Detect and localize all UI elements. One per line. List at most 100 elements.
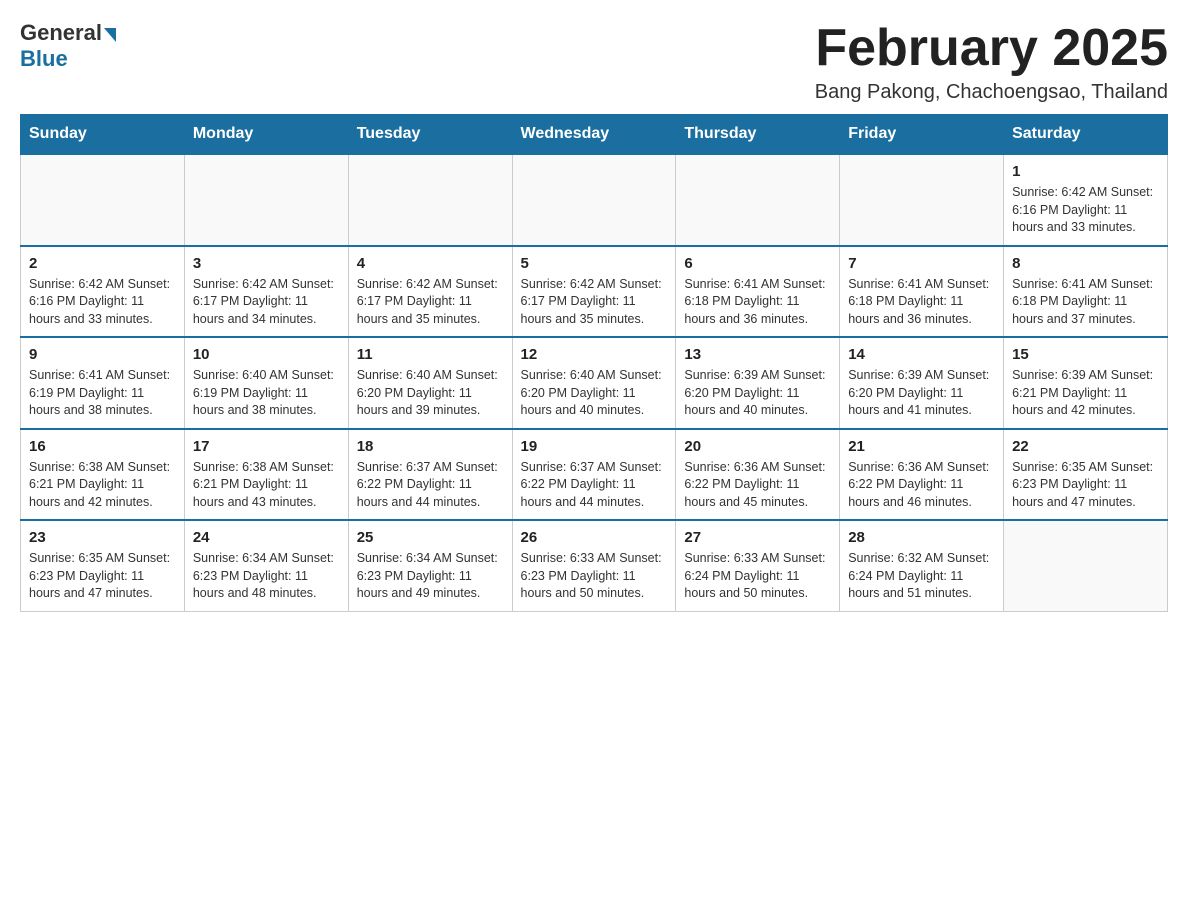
- day-info: Sunrise: 6:35 AM Sunset: 6:23 PM Dayligh…: [29, 550, 176, 603]
- calendar-cell: 13 Sunrise: 6:39 AM Sunset: 6:20 PM Dayli…: [676, 337, 840, 429]
- day-info: Sunrise: 6:32 AM Sunset: 6:24 PM Dayligh…: [848, 550, 995, 603]
- calendar-cell: 12 Sunrise: 6:40 AM Sunset: 6:20 PM Dayli…: [512, 337, 676, 429]
- calendar-cell: 27 Sunrise: 6:33 AM Sunset: 6:24 PM Dayli…: [676, 520, 840, 611]
- day-number: 16: [29, 438, 176, 455]
- day-number: 19: [521, 438, 668, 455]
- header-tuesday: Tuesday: [348, 115, 512, 155]
- title-area: February 2025 Bang Pakong, Chachoengsao,…: [815, 20, 1168, 104]
- calendar-cell: [840, 154, 1004, 246]
- calendar-cell: [21, 154, 185, 246]
- day-number: 1: [1012, 163, 1159, 180]
- calendar-body: 1 Sunrise: 6:42 AM Sunset: 6:16 PM Daylig…: [21, 154, 1168, 611]
- day-info: Sunrise: 6:42 AM Sunset: 6:17 PM Dayligh…: [193, 276, 340, 329]
- calendar-cell: 25 Sunrise: 6:34 AM Sunset: 6:23 PM Dayli…: [348, 520, 512, 611]
- day-info: Sunrise: 6:41 AM Sunset: 6:18 PM Dayligh…: [848, 276, 995, 329]
- day-number: 2: [29, 255, 176, 272]
- day-number: 21: [848, 438, 995, 455]
- logo-general: General: [20, 20, 116, 46]
- day-info: Sunrise: 6:36 AM Sunset: 6:22 PM Dayligh…: [848, 459, 995, 512]
- calendar-cell: 15 Sunrise: 6:39 AM Sunset: 6:21 PM Dayli…: [1004, 337, 1168, 429]
- day-info: Sunrise: 6:36 AM Sunset: 6:22 PM Dayligh…: [684, 459, 831, 512]
- day-number: 13: [684, 346, 831, 363]
- day-number: 28: [848, 529, 995, 546]
- day-info: Sunrise: 6:40 AM Sunset: 6:19 PM Dayligh…: [193, 367, 340, 420]
- calendar-cell: 17 Sunrise: 6:38 AM Sunset: 6:21 PM Dayli…: [184, 429, 348, 521]
- calendar-week-1: 1 Sunrise: 6:42 AM Sunset: 6:16 PM Daylig…: [21, 154, 1168, 246]
- calendar-cell: 18Sunrise: 6:37 AM Sunset: 6:22 PM Dayli…: [348, 429, 512, 521]
- day-info: Sunrise: 6:39 AM Sunset: 6:20 PM Dayligh…: [684, 367, 831, 420]
- day-number: 3: [193, 255, 340, 272]
- day-number: 27: [684, 529, 831, 546]
- day-number: 11: [357, 346, 504, 363]
- calendar-cell: 5 Sunrise: 6:42 AM Sunset: 6:17 PM Daylig…: [512, 246, 676, 338]
- calendar-week-5: 23 Sunrise: 6:35 AM Sunset: 6:23 PM Dayli…: [21, 520, 1168, 611]
- calendar-cell: 9 Sunrise: 6:41 AM Sunset: 6:19 PM Daylig…: [21, 337, 185, 429]
- day-number: 24: [193, 529, 340, 546]
- calendar-title: February 2025: [815, 20, 1168, 77]
- day-info: Sunrise: 6:42 AM Sunset: 6:16 PM Dayligh…: [29, 276, 176, 329]
- calendar-cell: 20 Sunrise: 6:36 AM Sunset: 6:22 PM Dayli…: [676, 429, 840, 521]
- calendar-cell: 6 Sunrise: 6:41 AM Sunset: 6:18 PM Daylig…: [676, 246, 840, 338]
- day-info: Sunrise: 6:40 AM Sunset: 6:20 PM Dayligh…: [521, 367, 668, 420]
- day-number: 15: [1012, 346, 1159, 363]
- day-info: Sunrise: 6:37 AM Sunset: 6:22 PM Dayligh…: [521, 459, 668, 512]
- day-number: 9: [29, 346, 176, 363]
- calendar-cell: 19 Sunrise: 6:37 AM Sunset: 6:22 PM Dayli…: [512, 429, 676, 521]
- day-number: 10: [193, 346, 340, 363]
- logo-arrow-icon: [104, 28, 116, 42]
- calendar-cell: 23 Sunrise: 6:35 AM Sunset: 6:23 PM Dayli…: [21, 520, 185, 611]
- day-info: Sunrise: 6:41 AM Sunset: 6:18 PM Dayligh…: [684, 276, 831, 329]
- day-number: 26: [521, 529, 668, 546]
- calendar-header: Sunday Monday Tuesday Wednesday Thursday…: [21, 115, 1168, 155]
- day-number: 6: [684, 255, 831, 272]
- day-number: 5: [521, 255, 668, 272]
- logo: General Blue: [20, 20, 116, 72]
- calendar-cell: [1004, 520, 1168, 611]
- day-number: 23: [29, 529, 176, 546]
- day-number: 12: [521, 346, 668, 363]
- calendar-cell: 26 Sunrise: 6:33 AM Sunset: 6:23 PM Dayli…: [512, 520, 676, 611]
- header-sunday: Sunday: [21, 115, 185, 155]
- calendar-cell: 28 Sunrise: 6:32 AM Sunset: 6:24 PM Dayli…: [840, 520, 1004, 611]
- day-number: 20: [684, 438, 831, 455]
- day-info: Sunrise: 6:35 AM Sunset: 6:23 PM Dayligh…: [1012, 459, 1159, 512]
- calendar-cell: 2 Sunrise: 6:42 AM Sunset: 6:16 PM Daylig…: [21, 246, 185, 338]
- day-info: Sunrise: 6:39 AM Sunset: 6:21 PM Dayligh…: [1012, 367, 1159, 420]
- day-number: 7: [848, 255, 995, 272]
- calendar-cell: 24 Sunrise: 6:34 AM Sunset: 6:23 PM Dayli…: [184, 520, 348, 611]
- calendar-cell: 3 Sunrise: 6:42 AM Sunset: 6:17 PM Daylig…: [184, 246, 348, 338]
- day-info: Sunrise: 6:38 AM Sunset: 6:21 PM Dayligh…: [193, 459, 340, 512]
- calendar-week-2: 2 Sunrise: 6:42 AM Sunset: 6:16 PM Daylig…: [21, 246, 1168, 338]
- calendar-cell: 11 Sunrise: 6:40 AM Sunset: 6:20 PM Dayli…: [348, 337, 512, 429]
- calendar-cell: 21 Sunrise: 6:36 AM Sunset: 6:22 PM Dayli…: [840, 429, 1004, 521]
- day-number: 22: [1012, 438, 1159, 455]
- calendar-cell: [348, 154, 512, 246]
- day-info: Sunrise: 6:42 AM Sunset: 6:17 PM Dayligh…: [521, 276, 668, 329]
- day-info: Sunrise: 6:42 AM Sunset: 6:16 PM Dayligh…: [1012, 184, 1159, 237]
- weekday-header-row: Sunday Monday Tuesday Wednesday Thursday…: [21, 115, 1168, 155]
- day-number: 8: [1012, 255, 1159, 272]
- calendar-cell: 4Sunrise: 6:42 AM Sunset: 6:17 PM Daylig…: [348, 246, 512, 338]
- calendar-table: Sunday Monday Tuesday Wednesday Thursday…: [20, 114, 1168, 612]
- calendar-cell: 10 Sunrise: 6:40 AM Sunset: 6:19 PM Dayli…: [184, 337, 348, 429]
- day-info: Sunrise: 6:40 AM Sunset: 6:20 PM Dayligh…: [357, 367, 504, 420]
- day-number: 14: [848, 346, 995, 363]
- header-thursday: Thursday: [676, 115, 840, 155]
- day-info: Sunrise: 6:41 AM Sunset: 6:19 PM Dayligh…: [29, 367, 176, 420]
- header-monday: Monday: [184, 115, 348, 155]
- day-info: Sunrise: 6:34 AM Sunset: 6:23 PM Dayligh…: [357, 550, 504, 603]
- day-number: 17: [193, 438, 340, 455]
- day-info: Sunrise: 6:33 AM Sunset: 6:24 PM Dayligh…: [684, 550, 831, 603]
- calendar-cell: 14 Sunrise: 6:39 AM Sunset: 6:20 PM Dayli…: [840, 337, 1004, 429]
- calendar-week-3: 9 Sunrise: 6:41 AM Sunset: 6:19 PM Daylig…: [21, 337, 1168, 429]
- day-info: Sunrise: 6:34 AM Sunset: 6:23 PM Dayligh…: [193, 550, 340, 603]
- day-info: Sunrise: 6:42 AM Sunset: 6:17 PM Dayligh…: [357, 276, 504, 329]
- day-info: Sunrise: 6:39 AM Sunset: 6:20 PM Dayligh…: [848, 367, 995, 420]
- calendar-cell: 16Sunrise: 6:38 AM Sunset: 6:21 PM Dayli…: [21, 429, 185, 521]
- day-info: Sunrise: 6:41 AM Sunset: 6:18 PM Dayligh…: [1012, 276, 1159, 329]
- logo-blue-text: Blue: [20, 46, 68, 72]
- calendar-cell: 8 Sunrise: 6:41 AM Sunset: 6:18 PM Daylig…: [1004, 246, 1168, 338]
- day-info: Sunrise: 6:33 AM Sunset: 6:23 PM Dayligh…: [521, 550, 668, 603]
- header-saturday: Saturday: [1004, 115, 1168, 155]
- day-number: 25: [357, 529, 504, 546]
